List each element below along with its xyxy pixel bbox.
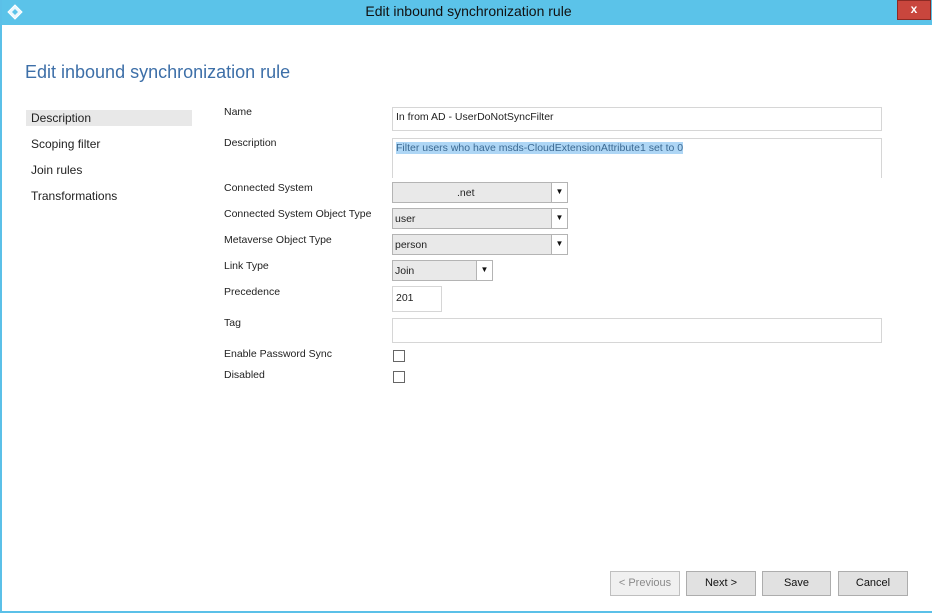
precedence-value: 201 <box>396 292 414 304</box>
save-button[interactable]: Save <box>762 571 831 596</box>
link-type-value: Join <box>395 265 415 277</box>
window-edge <box>932 0 937 615</box>
sidebar-item-join-rules[interactable]: Join rules <box>26 162 192 178</box>
connected-system-select[interactable]: .net ▼ <box>392 182 568 203</box>
page-title: Edit inbound synchronization rule <box>25 62 291 82</box>
title-bar[interactable]: Edit inbound synchronization rule x <box>2 0 935 25</box>
chevron-down-icon[interactable]: ▼ <box>476 261 492 280</box>
tag-field[interactable] <box>392 318 882 343</box>
metaverse-object-type-value: person <box>395 239 428 251</box>
metaverse-object-type-select[interactable]: person ▼ <box>392 234 568 255</box>
sidebar-nav: Description Scoping filter Join rules Tr… <box>26 110 192 214</box>
dialog-window: Edit inbound synchronization rule x Edit… <box>0 0 937 613</box>
link-type-select[interactable]: Join ▼ <box>392 260 493 281</box>
link-type-label: Link Type <box>224 260 269 272</box>
disabled-checkbox[interactable] <box>393 371 405 383</box>
name-field[interactable]: In from AD - UserDoNotSyncFilter <box>392 107 882 131</box>
connected-system-object-type-value: user <box>395 213 416 225</box>
sidebar-item-description[interactable]: Description <box>26 110 192 126</box>
sidebar-item-transformations[interactable]: Transformations <box>26 188 192 204</box>
metaverse-object-type-label: Metaverse Object Type <box>224 234 332 246</box>
chevron-down-icon[interactable]: ▼ <box>551 183 567 202</box>
next-button[interactable]: Next > <box>686 571 756 596</box>
sidebar-item-scoping-filter[interactable]: Scoping filter <box>26 136 192 152</box>
connected-system-value: .net <box>457 187 475 199</box>
disabled-label: Disabled <box>224 369 265 381</box>
tag-label: Tag <box>224 317 241 329</box>
precedence-label: Precedence <box>224 286 281 298</box>
description-field[interactable]: Filter users who have msds-CloudExtensio… <box>392 138 882 178</box>
chevron-down-icon[interactable]: ▼ <box>551 235 567 254</box>
cancel-button[interactable]: Cancel <box>838 571 908 596</box>
close-button[interactable]: x <box>897 0 931 20</box>
name-label: Name <box>224 106 253 118</box>
description-value: Filter users who have msds-CloudExtensio… <box>396 142 684 154</box>
connected-system-label: Connected System <box>224 182 313 194</box>
connected-system-object-type-label: Connected System Object Type <box>224 208 372 220</box>
previous-button[interactable]: < Previous <box>610 571 680 596</box>
connected-system-object-type-select[interactable]: user ▼ <box>392 208 568 229</box>
precedence-field[interactable]: 201 <box>392 286 442 312</box>
name-value: In from AD - UserDoNotSyncFilter <box>396 111 554 123</box>
enable-password-sync-checkbox[interactable] <box>393 350 405 362</box>
chevron-down-icon[interactable]: ▼ <box>551 209 567 228</box>
description-label: Description <box>224 137 277 149</box>
enable-password-sync-label: Enable Password Sync <box>224 348 332 360</box>
window-title: Edit inbound synchronization rule <box>365 3 572 19</box>
